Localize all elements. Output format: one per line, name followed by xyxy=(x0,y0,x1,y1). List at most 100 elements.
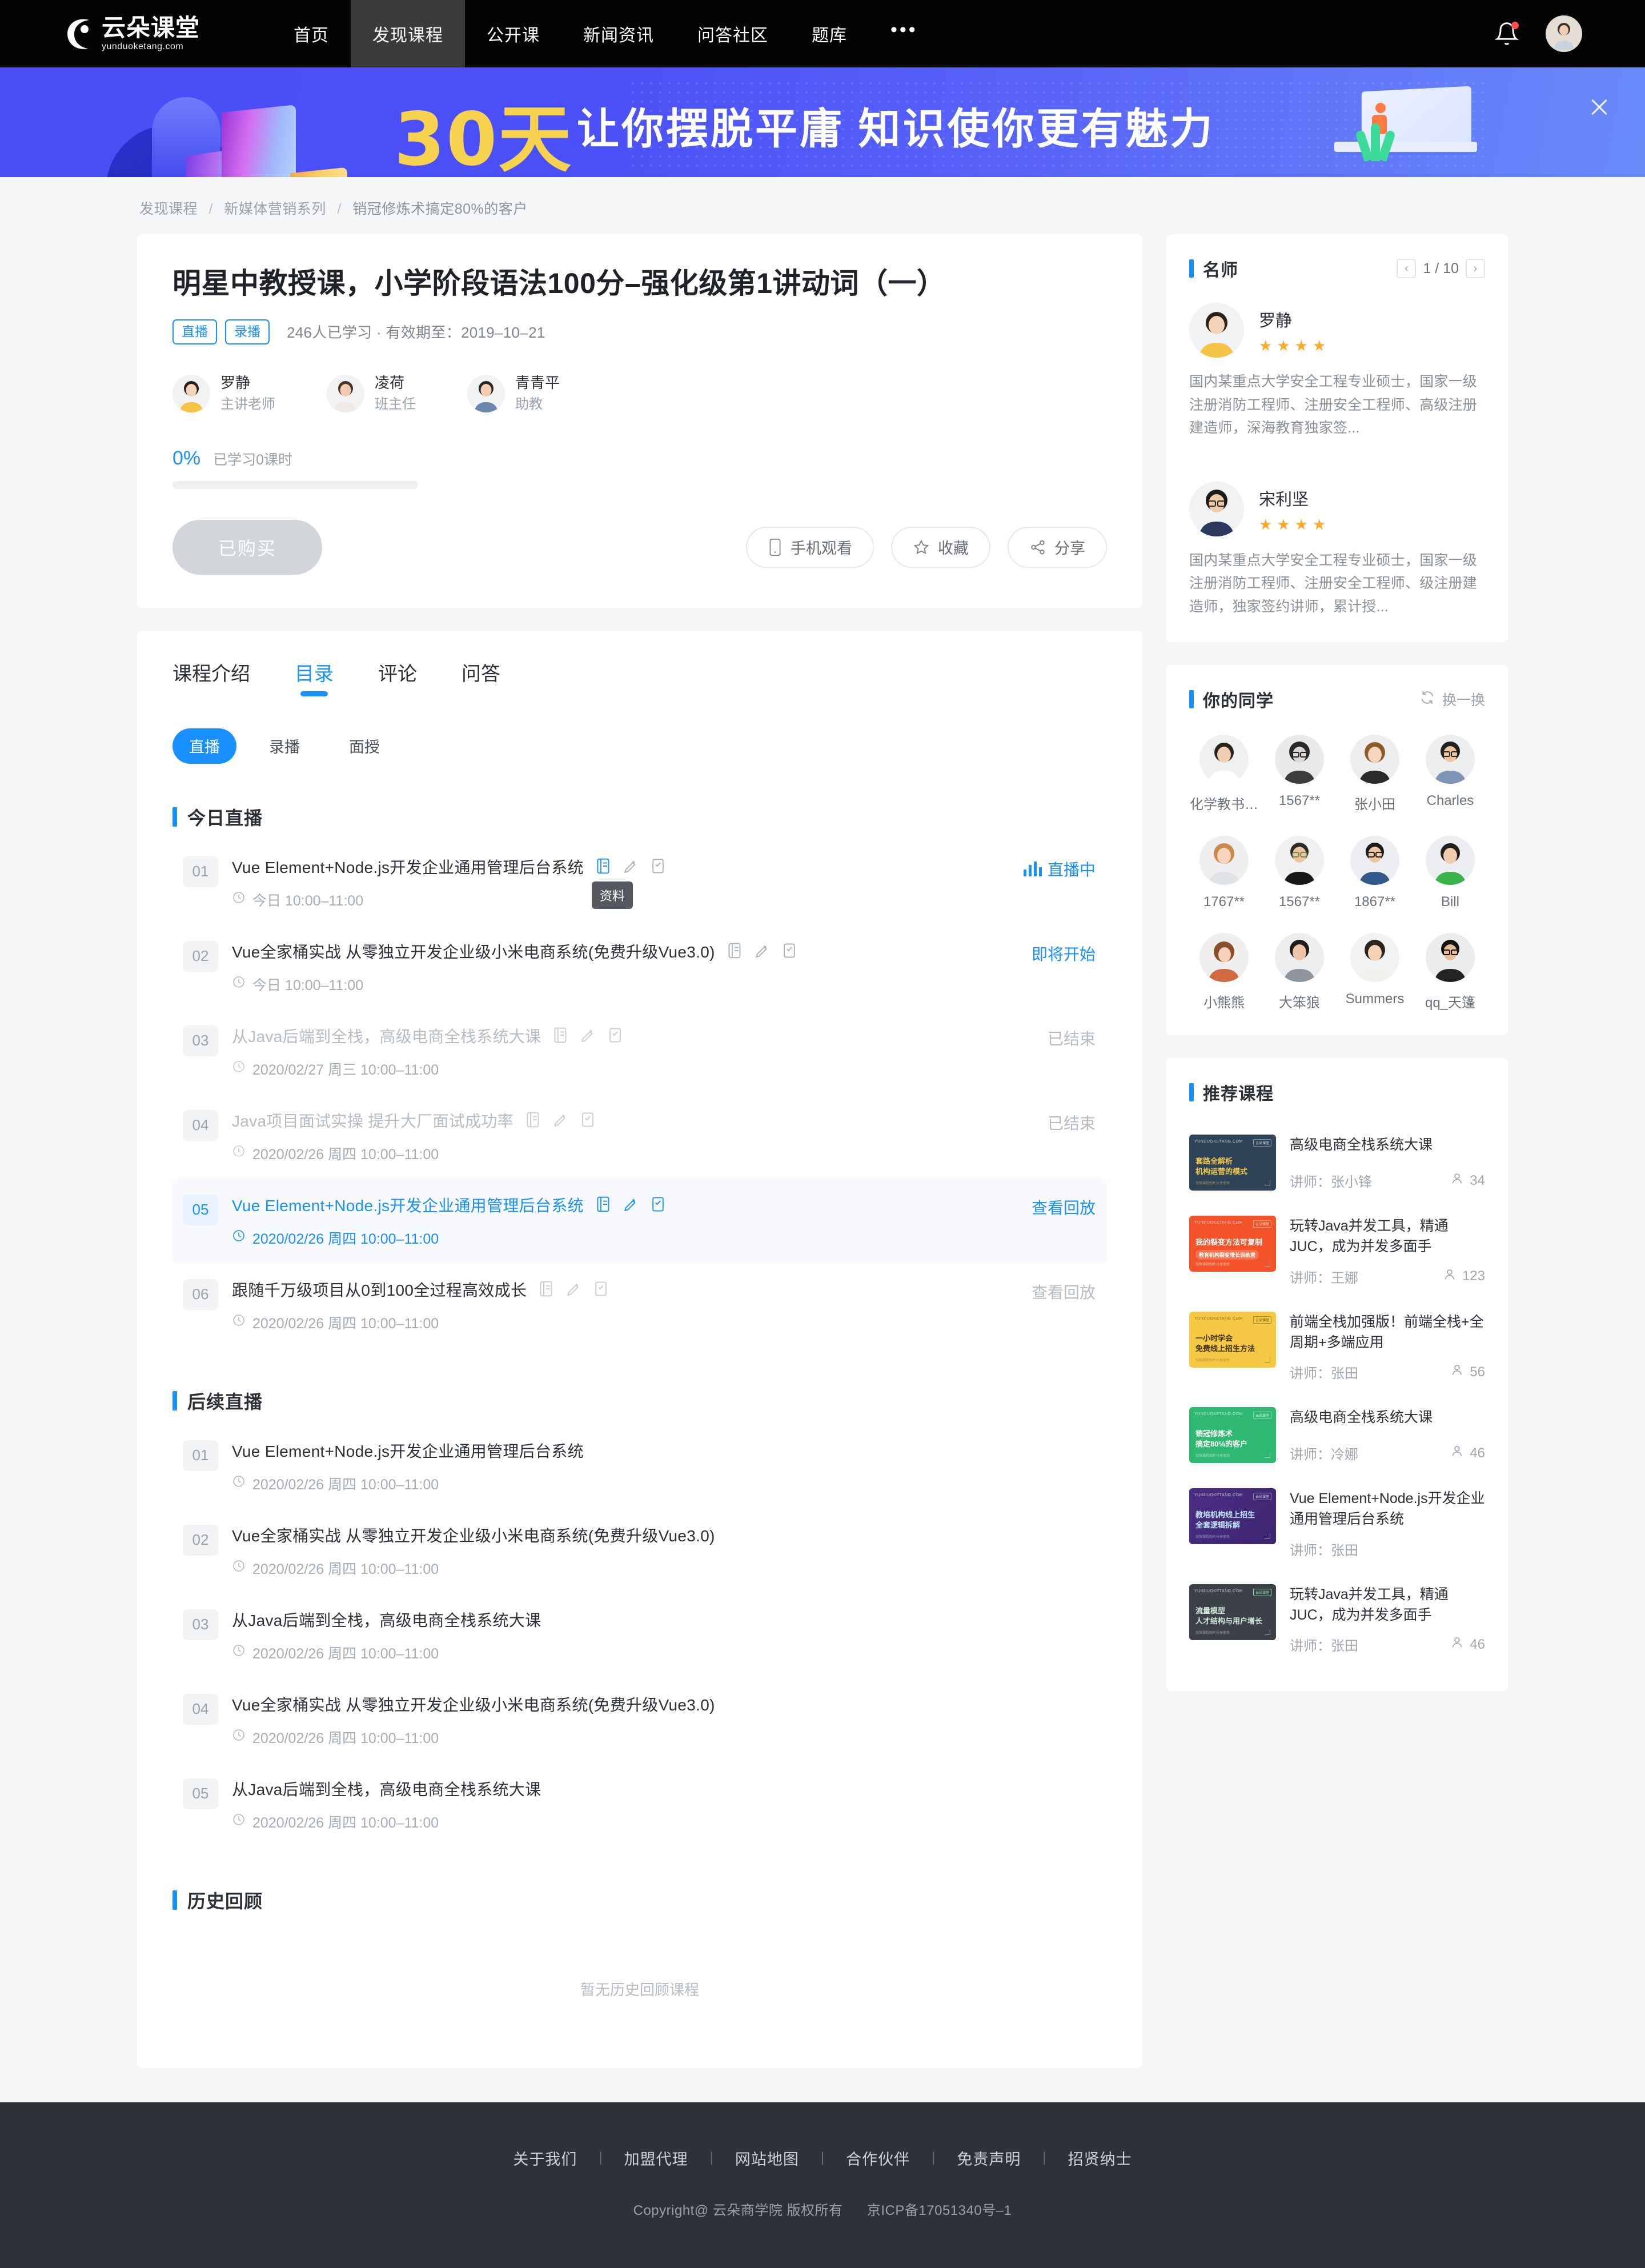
list-item[interactable]: 大笨狼 xyxy=(1265,933,1334,1011)
homework-icon[interactable] xyxy=(565,1280,583,1299)
list-item[interactable]: 罗静 ★ ★ ★ ★ 国内某重点大学安全工程专业硕士，国家一级注册消防工程师、注… xyxy=(1189,303,1485,440)
thumb-footnote: 仅限课程图片分享使用 xyxy=(1195,1359,1230,1363)
list-item[interactable]: qq_天篷 xyxy=(1415,933,1485,1011)
status-badge[interactable]: 查看回放 xyxy=(1032,1280,1096,1303)
breadcrumb-item-1[interactable]: 发现课程 xyxy=(139,201,198,217)
homework-icon[interactable] xyxy=(552,1111,569,1129)
section-header-upcoming-live: 后续直播 xyxy=(172,1388,1107,1414)
material-icon[interactable] xyxy=(525,1111,542,1129)
homework-icon[interactable] xyxy=(623,857,640,876)
nav-item-question-bank[interactable]: 题库 xyxy=(790,0,869,67)
footer-link-disclaimer[interactable]: 免责声明 xyxy=(935,2147,1042,2169)
table-row[interactable]: 05 Vue Element+Node.js开发企业通用管理后台系统 2020/… xyxy=(172,1178,1107,1263)
breadcrumb-item-2[interactable]: 新媒体营销系列 xyxy=(224,201,326,217)
homework-icon[interactable] xyxy=(754,942,771,960)
material-icon[interactable] xyxy=(595,1196,612,1214)
list-item[interactable]: YUNDUOKETANG.COM 云朵课堂 教培机构线上招生 全套逻辑拆解 仅限… xyxy=(1189,1476,1485,1572)
exam-icon[interactable] xyxy=(580,1111,597,1129)
promo-banner[interactable]: 30天 让你摆脱平庸 知识使你更有魅力 xyxy=(0,67,1645,177)
refresh-label: 换一换 xyxy=(1442,692,1485,708)
exam-icon[interactable] xyxy=(607,1027,624,1045)
table-row[interactable]: 06 跟随千万级项目从0到100全过程高效成长 2020/02/26 周四 10… xyxy=(172,1263,1107,1348)
list-item[interactable]: YUNDUOKETANG.COM 云朵课堂 流量模型 人才结构与用户增长 仅限课… xyxy=(1189,1572,1485,1668)
list-item[interactable]: 1567** xyxy=(1265,836,1334,910)
close-icon[interactable] xyxy=(1586,94,1613,121)
table-row[interactable]: 01 Vue Element+Node.js开发企业通用管理后台系统 2020/… xyxy=(172,1424,1107,1509)
table-row[interactable]: 03 从Java后端到全栈，高级电商全栈系统大课 2020/02/27 周三 1… xyxy=(172,1009,1107,1094)
status-badge[interactable]: 查看回放 xyxy=(1032,1196,1096,1219)
thumb-line-1: 流量模型 xyxy=(1195,1606,1226,1615)
staff-item[interactable]: 罗静 主讲老师 xyxy=(172,373,275,414)
table-row[interactable]: 04 Vue全家桶实战 从零独立开发企业级小米电商系统(免费升级Vue3.0) … xyxy=(172,1678,1107,1762)
exam-icon[interactable] xyxy=(593,1280,610,1299)
refresh-classmates-button[interactable]: 换一换 xyxy=(1419,689,1485,710)
table-row[interactable]: 02 Vue全家桶实战 从零独立开发企业级小米电商系统(免费升级Vue3.0) … xyxy=(172,1509,1107,1593)
avatar[interactable] xyxy=(1546,15,1582,52)
material-icon[interactable] xyxy=(552,1027,569,1045)
staff-item[interactable]: 青青平 助教 xyxy=(467,373,560,414)
list-item[interactable]: 1867** xyxy=(1340,836,1410,910)
list-item[interactable]: Bill xyxy=(1415,836,1485,910)
status-badge[interactable]: 直播中 xyxy=(1023,857,1096,880)
nav-item-open-class[interactable]: 公开课 xyxy=(465,0,561,67)
footer-link-franchise[interactable]: 加盟代理 xyxy=(603,2147,710,2169)
exam-icon[interactable] xyxy=(781,942,799,960)
nav-item-news[interactable]: 新闻资讯 xyxy=(561,0,676,67)
list-item[interactable]: Summers xyxy=(1340,933,1410,1011)
table-row[interactable]: 04 Java项目面试实操 提升大厂面试成功率 2020/02/26 周四 10… xyxy=(172,1094,1107,1179)
exam-icon[interactable] xyxy=(650,1196,667,1214)
status-badge[interactable]: 即将开始 xyxy=(1032,942,1096,965)
nav-item-home[interactable]: 首页 xyxy=(272,0,351,67)
nav-item-qa-community[interactable]: 问答社区 xyxy=(676,0,790,67)
homework-icon[interactable] xyxy=(580,1027,597,1045)
nav-more-button[interactable]: ••• xyxy=(869,0,940,67)
tab-qa[interactable]: 问答 xyxy=(462,658,500,696)
teacher-name: 罗静 xyxy=(1259,312,1293,330)
list-item[interactable]: 1767** xyxy=(1189,836,1259,910)
table-row[interactable]: 05 从Java后端到全栈，高级电商全栈系统大课 2020/02/26 周四 1… xyxy=(172,1762,1107,1847)
list-item[interactable]: YUNDUOKETANG.COM 云朵课堂 一小时学会 免费线上招生方法 仅限课… xyxy=(1189,1299,1485,1395)
lesson-time-text: 2020/02/26 周四 10:00–11:00 xyxy=(252,1476,439,1493)
watch-on-mobile-button[interactable]: 手机观看 xyxy=(746,526,874,568)
share-button[interactable]: 分享 xyxy=(1008,526,1107,568)
favorite-button[interactable]: 收藏 xyxy=(891,526,990,568)
classmate-name: Bill xyxy=(1441,894,1459,909)
table-row[interactable]: 02 Vue全家桶实战 从零独立开发企业级小米电商系统(免费升级Vue3.0) xyxy=(172,925,1107,1009)
footer-link-sitemap[interactable]: 网站地图 xyxy=(713,2147,821,2169)
list-item[interactable]: 宋利坚 ★ ★ ★ ★ 国内某重点大学安全工程专业硕士，国家一级注册消防工程师、… xyxy=(1189,481,1485,619)
list-item[interactable]: 1567** xyxy=(1265,735,1334,813)
nav-right-actions xyxy=(1494,15,1582,52)
chip-offline[interactable]: 面授 xyxy=(332,728,396,764)
footer-link-about[interactable]: 关于我们 xyxy=(491,2147,599,2169)
list-item[interactable]: YUNDUOKETANG.COM 云朵课堂 销冠修炼术 搞定80%的客户 仅限课… xyxy=(1189,1395,1485,1476)
footer-link-partners[interactable]: 合作伙伴 xyxy=(824,2147,932,2169)
chip-live[interactable]: 直播 xyxy=(172,728,236,764)
tab-comments[interactable]: 评论 xyxy=(378,658,417,696)
homework-icon[interactable] xyxy=(623,1196,640,1214)
chip-recorded[interactable]: 录播 xyxy=(252,728,316,764)
tab-introduction[interactable]: 课程介绍 xyxy=(172,658,250,696)
list-item[interactable]: YUNDUOKETANG.COM 云朵课堂 套路全解析 机构运营的模式 仅限课程… xyxy=(1189,1122,1485,1203)
exam-icon[interactable] xyxy=(650,857,667,876)
material-icon[interactable] xyxy=(727,942,744,960)
staff-item[interactable]: 凌荷 班主任 xyxy=(327,373,416,414)
chevron-left-icon[interactable]: ‹ xyxy=(1397,259,1417,278)
purchased-button[interactable]: 已购买 xyxy=(172,519,322,575)
list-item[interactable]: Charles xyxy=(1415,735,1485,813)
material-icon[interactable] xyxy=(595,857,612,876)
list-item[interactable]: YUNDUOKETANG.COM 云朵课堂 我的裂变方法可复制 教育机构裂变增长… xyxy=(1189,1203,1485,1299)
icp-license[interactable]: 京ICP备17051340号–1 xyxy=(867,2203,1012,2218)
list-item[interactable]: 化学教书… xyxy=(1189,735,1259,813)
table-row[interactable]: 01 Vue Element+Node.js开发企业通用管理后台系统 资料 今日… xyxy=(172,840,1107,925)
footer-link-careers[interactable]: 招贤纳士 xyxy=(1046,2147,1154,2169)
list-item[interactable]: 小熊熊 xyxy=(1189,933,1259,1011)
chevron-right-icon[interactable]: › xyxy=(1466,259,1485,278)
lesson-index: 05 xyxy=(183,1778,218,1809)
nav-item-discover-courses[interactable]: 发现课程 xyxy=(351,0,465,67)
table-row[interactable]: 03 从Java后端到全栈，高级电商全栈系统大课 2020/02/26 周四 1… xyxy=(172,1593,1107,1678)
site-logo[interactable]: 云朵课堂 yunduoketang.com xyxy=(64,15,235,53)
tab-catalogue[interactable]: 目录 xyxy=(295,658,334,696)
list-item[interactable]: 张小田 xyxy=(1340,735,1410,813)
material-icon[interactable] xyxy=(538,1280,555,1299)
bell-icon[interactable] xyxy=(1494,21,1519,47)
